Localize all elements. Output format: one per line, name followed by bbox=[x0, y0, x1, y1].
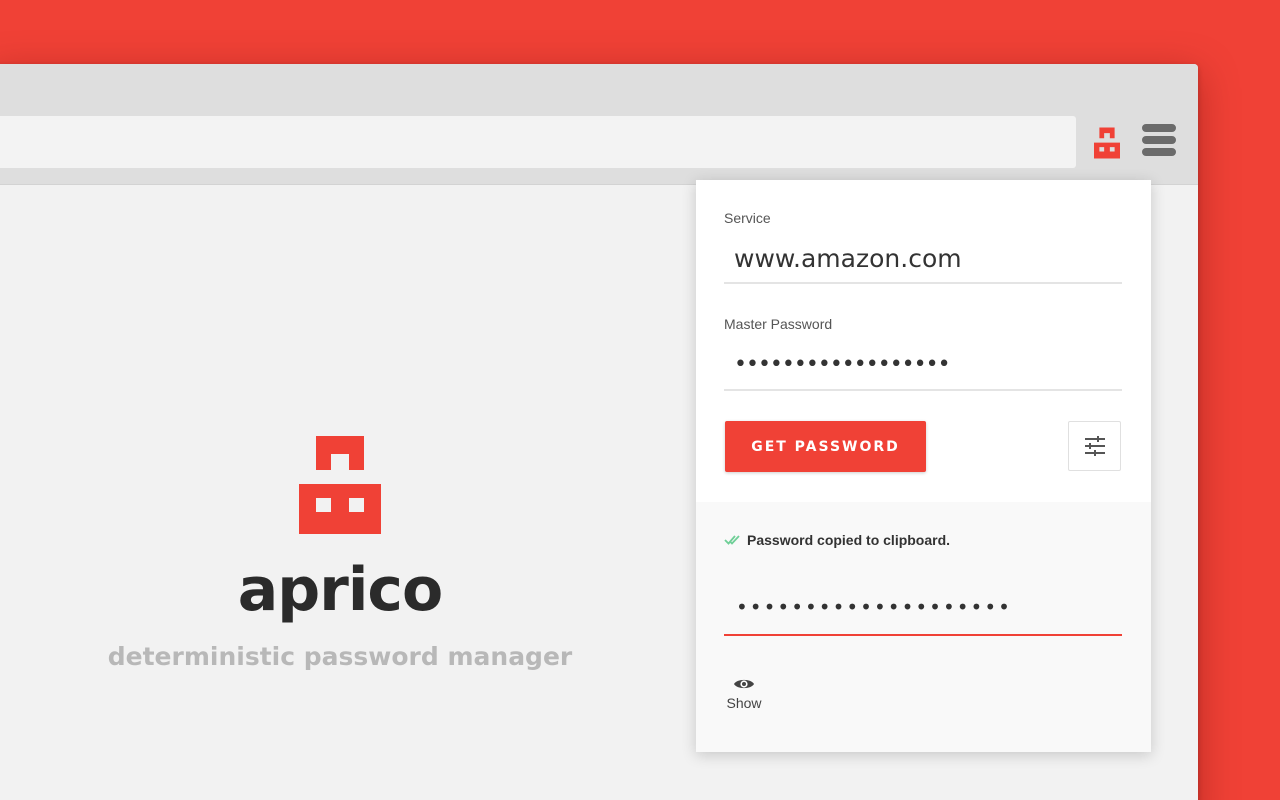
service-input[interactable] bbox=[724, 234, 1122, 284]
double-check-icon bbox=[724, 535, 740, 545]
copy-status: Password copied to clipboard. bbox=[724, 532, 950, 548]
brand-name: aprico bbox=[237, 555, 443, 625]
copy-status-text: Password copied to clipboard. bbox=[747, 532, 951, 548]
master-password-input[interactable] bbox=[724, 340, 1122, 391]
settings-button[interactable] bbox=[1068, 421, 1121, 471]
browser-toolbar bbox=[0, 64, 1198, 185]
aprico-extension-icon[interactable] bbox=[1094, 126, 1120, 160]
hamburger-menu-icon[interactable] bbox=[1142, 124, 1176, 160]
show-password-button[interactable]: Show bbox=[718, 666, 770, 722]
result-panel: Password copied to clipboard. Show bbox=[696, 502, 1151, 752]
eye-icon bbox=[734, 679, 754, 689]
extension-popup: Service Master Password GET PASSWORD Pas… bbox=[696, 180, 1151, 752]
sliders-icon bbox=[1084, 436, 1105, 456]
aprico-logo-icon bbox=[299, 436, 381, 534]
master-password-label: Master Password bbox=[724, 316, 833, 332]
get-password-button[interactable]: GET PASSWORD bbox=[725, 421, 926, 472]
show-password-label: Show bbox=[726, 695, 762, 711]
branding: aprico deterministic password manager bbox=[0, 436, 680, 671]
address-bar[interactable] bbox=[0, 116, 1076, 168]
service-label: Service bbox=[724, 210, 771, 226]
brand-tagline: deterministic password manager bbox=[107, 642, 573, 671]
generated-password-input[interactable] bbox=[724, 580, 1122, 636]
